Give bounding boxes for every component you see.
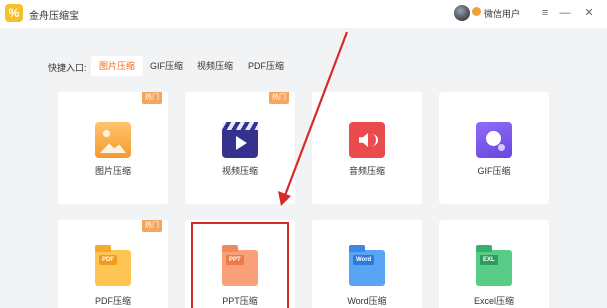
annotation-arrow bbox=[278, 31, 349, 206]
arrow-head bbox=[278, 191, 291, 206]
arrow-line bbox=[282, 31, 349, 199]
